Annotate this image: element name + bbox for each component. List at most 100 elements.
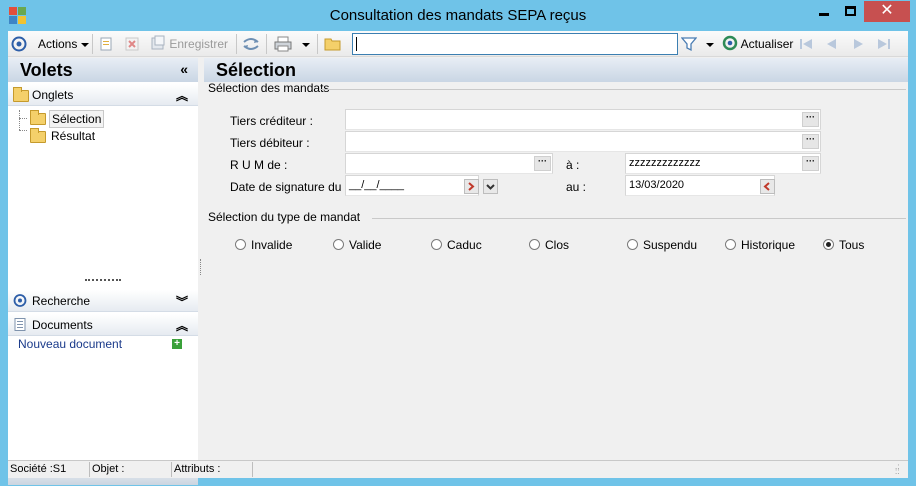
documents-section-header[interactable]: Documents ︽ [8, 314, 198, 336]
status-objet: Objet : [90, 462, 172, 477]
printer-icon [274, 36, 292, 52]
print-dropdown-button[interactable] [302, 34, 310, 54]
toolbar-separator [236, 34, 237, 54]
tree-item-label: Sélection [49, 110, 105, 128]
mandats-group-title: Sélection des mandats [208, 81, 330, 95]
first-record-button[interactable] [798, 34, 814, 54]
radio-label: Valide [349, 238, 382, 252]
target-icon-button[interactable] [11, 34, 27, 54]
collapse-panel-button[interactable]: « [180, 61, 188, 77]
date-au-field[interactable]: 13/03/2020 [625, 175, 775, 196]
selection-header: Sélection [204, 58, 908, 82]
chevron-up-icon[interactable]: ︽ [176, 317, 188, 334]
date-dropdown-button[interactable] [483, 179, 498, 194]
open-folder-icon [30, 110, 46, 125]
maximize-button[interactable] [837, 1, 864, 22]
browse-button[interactable]: ··· [534, 156, 551, 171]
last-record-button[interactable] [876, 34, 892, 54]
search-input-box[interactable] [352, 33, 678, 55]
target-icon [13, 294, 27, 307]
date-picker-button[interactable] [464, 179, 479, 194]
previous-record-button[interactable] [824, 34, 840, 54]
filter-button[interactable] [680, 34, 698, 54]
maximize-icon [845, 6, 856, 16]
save-button[interactable]: Enregistrer [150, 34, 228, 54]
title-bar[interactable]: Consultation des mandats SEPA reçus ✕ [0, 0, 916, 31]
toolbar-separator [266, 34, 267, 54]
search-input[interactable] [353, 34, 677, 54]
tiers-debiteur-label: Tiers débiteur : [230, 136, 310, 150]
radio-circle[interactable] [333, 239, 344, 250]
minimize-icon [818, 13, 829, 16]
open-folder-button[interactable] [324, 34, 342, 54]
radio-label: Clos [545, 238, 570, 252]
new-document-icon [100, 37, 112, 51]
browse-button[interactable]: ··· [802, 156, 819, 171]
folder-icon [324, 38, 341, 51]
toolbar: Actions Enregistrer Actualiser [8, 31, 908, 57]
tree-line [19, 130, 27, 131]
sync-button[interactable] [242, 34, 260, 54]
documents-label: Documents [32, 318, 93, 332]
field-value: __/__/____ [349, 179, 405, 191]
date-au-label: au : [566, 180, 587, 194]
next-icon [854, 39, 863, 49]
save-icon [151, 35, 165, 50]
close-button[interactable]: ✕ [864, 1, 910, 22]
add-icon[interactable]: + [172, 339, 182, 349]
sync-icon [243, 38, 259, 50]
field-value: zzzzzzzzzzzzz [629, 157, 701, 169]
chevron-down-icon [486, 184, 495, 190]
radio-circle[interactable] [627, 239, 638, 250]
volets-header: Volets « [8, 58, 198, 82]
browse-button[interactable]: ··· [802, 134, 819, 149]
delete-button[interactable] [124, 34, 140, 54]
document-icon [14, 318, 26, 331]
radio-circle[interactable] [529, 239, 540, 250]
new-button[interactable] [98, 34, 114, 54]
recherche-label: Recherche [32, 294, 91, 308]
tree-line [19, 118, 27, 119]
panel-resize-grip[interactable] [200, 259, 201, 275]
status-societe: Société :S1 [8, 462, 90, 477]
radio-circle[interactable] [235, 239, 246, 250]
rum-de-label: R U M de : [230, 158, 288, 172]
splitter-handle[interactable] [85, 279, 121, 282]
radio-label: Caduc [447, 238, 482, 252]
resize-grip-icon[interactable]: .::: [895, 463, 905, 476]
tiers-crediteur-field[interactable]: ··· [345, 109, 821, 130]
new-document-link[interactable]: Nouveau document [18, 337, 122, 351]
page-title: Sélection [216, 60, 297, 80]
chevron-up-icon[interactable]: ︽ [176, 87, 188, 104]
close-icon: ✕ [880, 2, 894, 19]
radio-circle[interactable] [725, 239, 736, 250]
group-divider [372, 218, 906, 219]
radio-circle[interactable] [431, 239, 442, 250]
actions-menu-button[interactable]: Actions [38, 34, 89, 54]
save-label: Enregistrer [169, 37, 229, 51]
status-empty [253, 462, 893, 477]
application-window: Consultation des mandats SEPA reçus ✕ Ac… [0, 0, 916, 486]
radio-label: Tous [839, 238, 865, 252]
filter-dropdown-button[interactable] [706, 34, 714, 54]
minimize-button[interactable] [810, 1, 837, 22]
browse-button[interactable]: ··· [802, 112, 819, 127]
text-cursor [356, 37, 357, 51]
rum-a-field[interactable]: zzzzzzzzzzzzz ··· [625, 153, 821, 174]
next-record-button[interactable] [850, 34, 866, 54]
field-value: 13/03/2020 [629, 179, 685, 191]
recherche-section-header[interactable]: Recherche ︾ [8, 290, 198, 312]
refresh-button[interactable]: Actualiser [722, 34, 793, 54]
tiers-debiteur-field[interactable]: ··· [345, 131, 821, 152]
rum-de-field[interactable]: ··· [345, 153, 553, 174]
tree-line [19, 110, 20, 130]
tiers-crediteur-label: Tiers créditeur : [230, 114, 313, 128]
filter-icon [680, 37, 698, 52]
onglets-section-header[interactable]: Onglets ︽ [8, 84, 198, 106]
date-picker-button[interactable] [760, 179, 775, 194]
print-button[interactable] [274, 34, 292, 54]
date-du-field[interactable]: __/__/____ [345, 175, 479, 196]
chevron-down-icon[interactable]: ︾ [176, 293, 188, 310]
last-page-icon [878, 39, 890, 49]
radio-circle[interactable] [823, 239, 834, 250]
